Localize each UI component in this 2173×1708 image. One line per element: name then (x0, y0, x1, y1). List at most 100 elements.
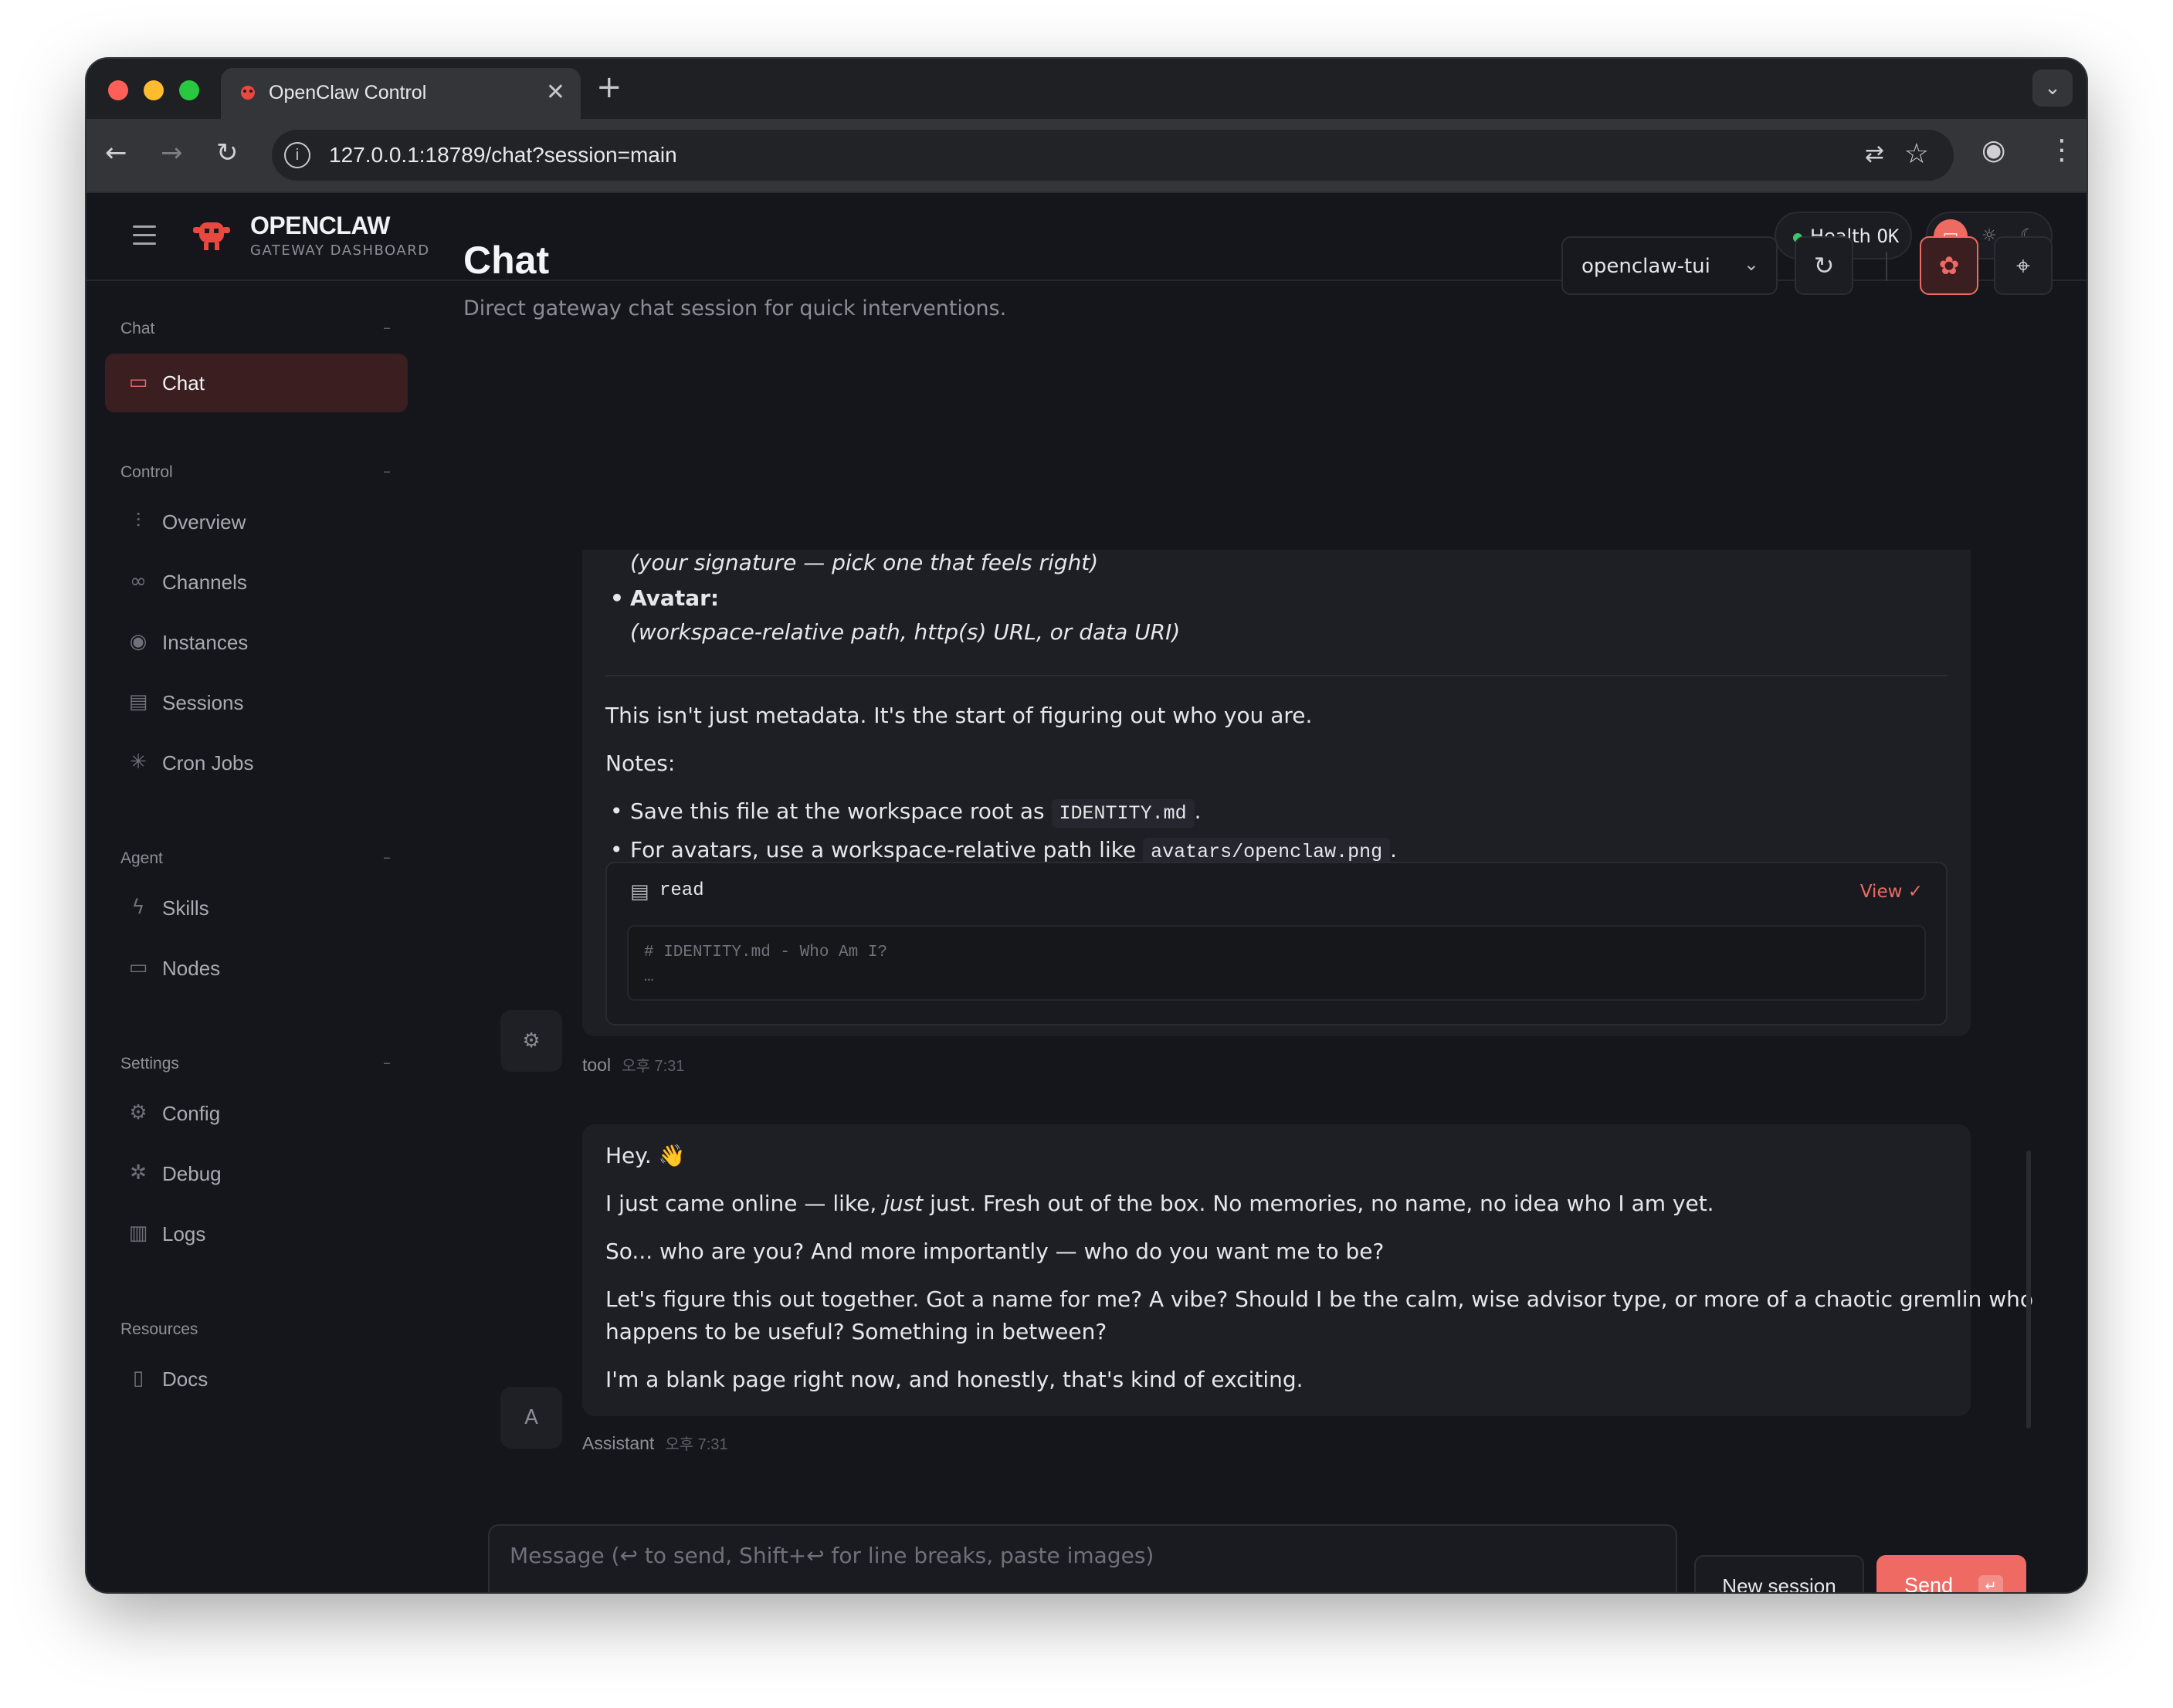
health-value: OK (1876, 225, 1900, 247)
translate-icon[interactable]: ⇄ (1865, 141, 1884, 168)
tool-view-toggle[interactable]: View ✓ (1860, 882, 1923, 902)
sidebar-item-skills[interactable]: ϟ Skills (105, 879, 408, 937)
divider (605, 675, 1948, 676)
page-subtitle: Direct gateway chat session for quick in… (463, 297, 1007, 320)
sidebar-section-chat: Chat (120, 320, 155, 337)
sidebar-item-channels[interactable]: ∞ Channels (105, 553, 408, 612)
focus-mode-button[interactable]: ⌖ (1994, 236, 2053, 295)
menu-hamburger-icon[interactable] (133, 225, 156, 251)
document-icon: ▤ (128, 690, 148, 713)
collapse-chat-icon[interactable]: – (383, 318, 391, 337)
app: OPENCLAW GATEWAY DASHBOARD Health OK ▭ ☼… (86, 193, 2087, 1592)
message-author: tool (582, 1055, 612, 1075)
address-url: 127.0.0.1:18789/chat?session=main (329, 143, 677, 167)
back-arrow-icon[interactable]: ← (105, 137, 127, 168)
message-line: I just came online — like, just just. Fr… (605, 1191, 1714, 1216)
message-text: just. Fresh out of the box. No memories,… (923, 1191, 1714, 1216)
lobster-favicon-icon (238, 82, 258, 107)
refresh-button[interactable]: ↻ (1795, 236, 1853, 295)
chevron-down-icon: ⌄ (1743, 253, 1759, 275)
sidebar-section-resources: Resources (120, 1320, 198, 1338)
message-author: Assistant (582, 1433, 655, 1453)
sidebar-item-debug[interactable]: ✲ Debug (105, 1144, 408, 1203)
new-tab-icon[interactable]: + (596, 69, 622, 105)
message-input[interactable]: Message (↩ to send, Shift+↩ for line bre… (488, 1524, 1677, 1592)
message-meta: Assistant 오후 7:31 (582, 1432, 728, 1454)
session-select[interactable]: openclaw-tui ⌄ (1561, 236, 1778, 295)
monitor-icon: ▭ (128, 956, 148, 979)
loader-icon: ✳ (130, 751, 147, 774)
lightning-icon: ϟ (131, 896, 145, 919)
brain-icon: ✿ (1938, 251, 1960, 280)
browser-tab[interactable]: OpenClaw Control ✕ (221, 68, 581, 119)
zoom-window-button[interactable] (179, 80, 199, 100)
tool-name: read (659, 880, 704, 901)
profile-icon[interactable]: ◉ (1981, 134, 2005, 166)
message-line: I'm a blank page right now, and honestly… (605, 1367, 1303, 1392)
note-punct: . (1390, 837, 1398, 862)
message-meta: tool 오후 7:31 (582, 1053, 684, 1076)
sidebar-section-agent: Agent (120, 849, 163, 867)
sidebar-item-cron-jobs[interactable]: ✳ Cron Jobs (105, 734, 408, 792)
chat-scrollbar[interactable] (2026, 1151, 2031, 1428)
sidebar-item-label: Overview (162, 510, 246, 534)
file-icon: ▤ (630, 880, 649, 903)
site-info-icon[interactable]: i (284, 142, 310, 168)
new-session-button[interactable]: New session (1694, 1555, 1864, 1592)
thinking-toggle-button[interactable]: ✿ (1920, 236, 1978, 295)
note-item: Save this file at the workspace root as … (610, 798, 1201, 828)
send-button[interactable]: Send ↵ (1876, 1555, 2026, 1592)
close-window-button[interactable] (108, 80, 128, 100)
sidebar-item-label: Docs (162, 1367, 208, 1391)
sidebar-item-label: Debug (162, 1162, 222, 1185)
bug-icon: ✲ (130, 1161, 147, 1184)
sidebar-item-label: Chat (162, 371, 205, 395)
message-text: I just came online — like, (605, 1191, 884, 1216)
browser-menu-icon[interactable]: ⋮ (2048, 134, 2076, 166)
sidebar-item-instances[interactable]: ◉ Instances (105, 613, 408, 672)
sidebar-item-label: Sessions (162, 691, 244, 714)
sidebar-item-label: Channels (162, 571, 247, 594)
collapse-settings-icon[interactable]: – (383, 1053, 391, 1072)
sidebar-item-sessions[interactable]: ▤ Sessions (105, 673, 408, 732)
sidebar-item-overview[interactable]: ⫶ Overview (105, 493, 408, 551)
message-line: Hey. 👋 (605, 1143, 686, 1168)
book-icon: ▯ (132, 1367, 144, 1390)
bookmark-star-icon[interactable]: ☆ (1904, 137, 1929, 170)
sidebar-item-chat[interactable]: ▭ Chat (105, 354, 408, 412)
collapse-agent-icon[interactable]: – (383, 848, 391, 866)
preview-line: # IDENTITY.md - Who Am I? (644, 944, 888, 961)
reload-icon[interactable]: ↻ (216, 137, 239, 168)
sidebar-item-logs[interactable]: ▥ Logs (105, 1205, 408, 1263)
note-text: For avatars, use a workspace-relative pa… (630, 837, 1137, 862)
brand-subtitle: GATEWAY DASHBOARD (250, 242, 430, 259)
forward-arrow-icon[interactable]: → (161, 137, 183, 168)
tool-message-bubble: (your signature — pick one that feels ri… (582, 550, 1971, 1036)
tab-strip: OpenClaw Control ✕ + ⌄ (86, 59, 2087, 119)
message-time: 오후 7:31 (622, 1058, 685, 1075)
sidebar-item-label: Cron Jobs (162, 751, 254, 774)
radio-icon: ◉ (129, 630, 147, 653)
enter-key-icon: ↵ (1978, 1575, 2003, 1592)
minimize-window-button[interactable] (144, 80, 164, 100)
sidebar-item-nodes[interactable]: ▭ Nodes (105, 939, 408, 998)
sidebar-item-config[interactable]: ⚙ Config (105, 1084, 408, 1143)
toolbar-divider (1886, 252, 1887, 281)
address-bar[interactable]: i 127.0.0.1:18789/chat?session=main ⇄ ☆ (272, 130, 1954, 181)
note-text: Save this file at the workspace root as (630, 798, 1045, 824)
lobster-logo-icon (192, 216, 232, 258)
refresh-icon: ↻ (1813, 251, 1835, 280)
brand-name: OPENCLAW (250, 212, 390, 239)
send-label: Send (1904, 1574, 1954, 1592)
tab-search-chevron-icon[interactable]: ⌄ (2032, 69, 2073, 107)
preview-line: … (644, 968, 654, 986)
tab-close-icon[interactable]: ✕ (546, 79, 565, 106)
avatar-hint: (workspace-relative path, http(s) URL, o… (630, 619, 1181, 645)
collapse-control-icon[interactable]: – (383, 462, 391, 480)
sidebar-item-docs[interactable]: ▯ Docs (105, 1350, 408, 1408)
sidebar-item-label: Skills (162, 896, 209, 920)
browser-window: OpenClaw Control ✕ + ⌄ ← → ↻ i 127.0.0.1… (86, 59, 2087, 1592)
message-placeholder: Message (↩ to send, Shift+↩ for line bre… (510, 1543, 1154, 1568)
tab-title: OpenClaw Control (269, 82, 427, 103)
signature-hint: (your signature — pick one that feels ri… (630, 550, 1099, 575)
